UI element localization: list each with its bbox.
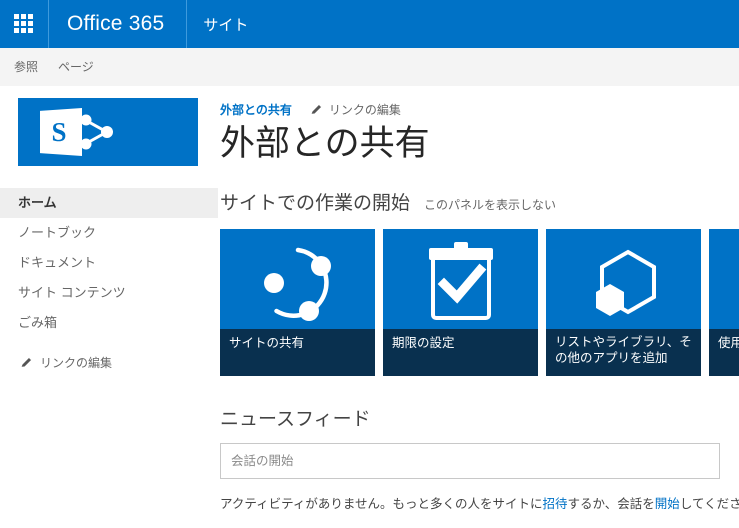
start-conversation-link[interactable]: 開始	[655, 497, 680, 511]
tile-label: 使用す	[709, 329, 739, 376]
clipboard-check-icon	[428, 241, 493, 320]
app-launcher-grid-icon	[14, 14, 34, 34]
ribbon-bar: 参照 ページ	[0, 48, 739, 86]
get-started-header: サイトでの作業の開始 このパネルを表示しない	[220, 188, 739, 215]
sidebar-item-site-contents[interactable]: サイト コンテンツ	[0, 278, 218, 308]
content-edit-links-label: リンクの編集	[328, 102, 401, 117]
app-launcher-button[interactable]	[0, 0, 48, 48]
tile-partial-next[interactable]: 使用す	[709, 229, 739, 376]
tile-add-app[interactable]: リストやライブラリ、その他のアプリを追加	[546, 229, 701, 376]
tile-art	[709, 229, 739, 336]
newsfeed-input[interactable]	[220, 443, 720, 479]
tile-label: リストやライブラリ、その他のアプリを追加	[546, 329, 701, 376]
sidebar-edit-links-button[interactable]: リンクの編集	[0, 338, 218, 377]
sidebar-item-recycle-bin[interactable]: ごみ箱	[0, 308, 218, 338]
sidebar-edit-links-label: リンクの編集	[40, 356, 113, 370]
content-edit-links-button[interactable]: リンクの編集	[310, 101, 401, 118]
sharepoint-site-logo: S	[18, 98, 198, 166]
sharepoint-logo-letter: S	[51, 116, 67, 147]
tile-art	[220, 229, 375, 336]
page-body: S ホーム ノートブック ドキュメント サイト コンテンツ ごみ箱 リンクの編集	[0, 86, 739, 528]
get-started-title: サイトでの作業の開始	[220, 193, 411, 214]
get-started-tiles: サイトの共有 期限の設定 リストやライブラリ、その他のアプリを追加 使用	[220, 229, 739, 376]
quick-launch-list: ホーム ノートブック ドキュメント サイト コンテンツ ごみ箱	[0, 188, 218, 338]
sharepoint-share-icon	[80, 114, 113, 150]
share-network-icon	[263, 247, 331, 321]
newsfeed-title: ニュースフィード	[220, 409, 371, 430]
sidebar-item-notebook[interactable]: ノートブック	[0, 218, 218, 248]
breadcrumb-row: 外部との共有 リンクの編集	[220, 100, 739, 118]
breadcrumb-current[interactable]: 外部との共有	[220, 101, 292, 118]
sidebar-item-documents[interactable]: ドキュメント	[0, 248, 218, 278]
pencil-icon	[21, 357, 32, 367]
tile-label: 期限の設定	[383, 329, 538, 376]
left-navigation: S ホーム ノートブック ドキュメント サイト コンテンツ ごみ箱 リンクの編集	[0, 86, 218, 377]
ribbon-tab-browse[interactable]: 参照	[14, 54, 50, 79]
office365-suite-bar: Office 365 サイト	[0, 0, 739, 48]
suite-nav-sites[interactable]: サイト	[187, 0, 264, 48]
tile-set-deadline[interactable]: 期限の設定	[383, 229, 538, 376]
page-title: 外部との共有	[220, 124, 430, 163]
sharepoint-page-shape-icon: S	[40, 108, 82, 156]
tile-art	[383, 229, 538, 336]
main-content: 外部との共有 リンクの編集 外部との共有 サイトでの作業の開始 このパネルを表示…	[218, 86, 739, 512]
invite-people-link[interactable]: 招待	[543, 497, 568, 511]
newsfeed-empty-message: アクティビティがありません。もっと多くの人をサイトに招待するか、会話を開始してく…	[220, 493, 739, 512]
office365-brand[interactable]: Office 365	[49, 0, 186, 48]
tile-share-site[interactable]: サイトの共有	[220, 229, 375, 376]
tile-art	[546, 229, 701, 336]
sidebar-item-home[interactable]: ホーム	[0, 188, 218, 218]
newsfeed-empty-prefix: アクティビティがありません。もっと多くの人をサイトに	[220, 497, 543, 511]
tile-label: サイトの共有	[220, 329, 375, 376]
ribbon-tab-page[interactable]: ページ	[58, 54, 106, 79]
hexagon-app-icon	[595, 249, 656, 316]
newsfeed-empty-suffix: してください。	[679, 497, 739, 511]
newsfeed-empty-middle: するか、会話を	[567, 497, 655, 511]
hide-panel-link[interactable]: このパネルを表示しない	[424, 196, 556, 213]
pencil-icon	[311, 104, 322, 114]
